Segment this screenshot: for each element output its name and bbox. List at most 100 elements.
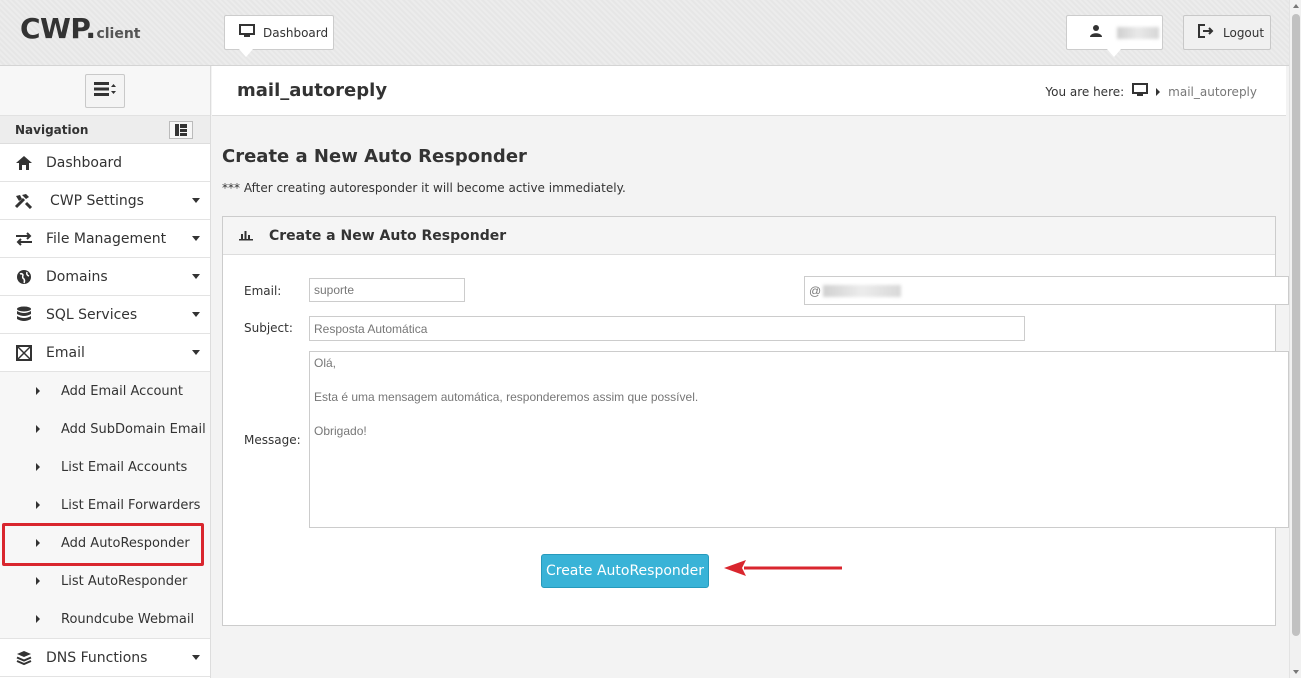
sidebar-item-label: Dashboard [46, 154, 122, 171]
subject-field[interactable]: Resposta Automática [309, 316, 1025, 341]
sidebar-subitem-list-autoresponder[interactable]: List AutoResponder [0, 562, 210, 600]
sidebar-item-email[interactable]: Email [0, 334, 210, 372]
sidebar-item-cwp-settings[interactable]: CWP Settings [0, 182, 210, 220]
home-icon [14, 154, 34, 172]
caret-right-icon [36, 463, 40, 471]
scroll-up-icon[interactable] [1293, 4, 1299, 8]
sidebar-item-sql-services[interactable]: SQL Services [0, 296, 210, 334]
dashboard-button-label: Dashboard [263, 25, 329, 40]
scroll-down-icon[interactable] [1293, 670, 1299, 674]
sidebar-subitem-add-subdomain-email[interactable]: Add SubDomain Email [0, 410, 210, 448]
sidebar-subitem-label: List AutoResponder [61, 573, 188, 589]
caret-right-icon [36, 615, 40, 623]
envelope-icon [14, 344, 34, 362]
sidebar-item-label: Domains [46, 268, 108, 285]
sidebar-subitem-list-email-accounts[interactable]: List Email Accounts [0, 448, 210, 486]
domain-redacted [823, 284, 902, 297]
sidebar-subitem-label: Add SubDomain Email [61, 421, 206, 437]
layout-icon [175, 123, 187, 136]
layers-icon [14, 649, 34, 667]
sidebar-subitem-label: Add Email Account [61, 383, 183, 399]
breadcrumb-prefix: You are here: [1045, 84, 1125, 99]
chevron-down-icon [192, 312, 200, 317]
bar-chart-icon [238, 227, 254, 245]
logo-sub-text: client [96, 26, 141, 42]
navigation-layout-button[interactable] [169, 120, 193, 139]
caret-right-icon [36, 425, 40, 433]
sidebar-toggle-button[interactable] [85, 73, 125, 108]
sidebar-subitem-label: List Email Accounts [61, 459, 188, 475]
monitor-icon[interactable] [1132, 83, 1149, 100]
navigation-header: Navigation [0, 116, 210, 144]
panel-header: Create a New Auto Responder [223, 217, 1275, 255]
message-label: Message: [244, 433, 301, 447]
breadcrumb: You are here: mail_autoreply [1045, 83, 1257, 100]
sidebar-item-dns-functions[interactable]: DNS Functions [0, 639, 210, 677]
sidebar-toggle-area [0, 66, 210, 116]
message-line [314, 408, 1284, 425]
sidebar-item-label: SQL Services [46, 306, 138, 323]
domain-select[interactable]: @ [804, 276, 1289, 305]
sidebar-item-label: Email [46, 344, 85, 361]
breadcrumb-current: mail_autoreply [1168, 84, 1257, 99]
panel-title: Create a New Auto Responder [269, 227, 507, 244]
sidebar-item-domains[interactable]: Domains [0, 258, 210, 296]
sidebar-subitem-list-email-forwarders[interactable]: List Email Forwarders [0, 486, 210, 524]
red-arrow-annotation [724, 560, 842, 576]
page-title: mail_autoreply [237, 80, 388, 101]
sidebar-subitem-label: Roundcube Webmail [61, 611, 195, 627]
sidebar-item-label: DNS Functions [46, 649, 148, 666]
activation-note: *** After creating autoresponder it will… [222, 181, 626, 195]
transfer-arrows-icon [14, 230, 34, 248]
tools-icon [14, 192, 34, 210]
sidebar-subitem-add-email-account[interactable]: Add Email Account [0, 372, 210, 410]
caret-right-icon [36, 577, 40, 585]
message-line: Olá, [314, 356, 337, 370]
user-icon [1089, 24, 1103, 42]
sidebar-subitem-label: List Email Forwarders [61, 497, 201, 513]
chevron-down-icon [192, 655, 200, 660]
sidebar-subitem-roundcube-webmail[interactable]: Roundcube Webmail [0, 600, 210, 638]
logo[interactable]: CWP.client [20, 12, 141, 45]
message-line [314, 374, 1284, 391]
message-textarea[interactable]: Olá, Esta é uma mensagem automática, res… [309, 351, 1289, 528]
highlight-box [2, 523, 204, 566]
logout-icon [1198, 24, 1214, 41]
caret-right-icon [36, 387, 40, 395]
email-field[interactable]: suporte [309, 278, 465, 302]
sidebar-item-label: File Management [46, 230, 167, 247]
subject-label: Subject: [244, 321, 293, 335]
caret-right-icon [36, 501, 40, 509]
navigation-title: Navigation [15, 122, 89, 137]
username-redacted [1117, 26, 1159, 39]
menu-sort-icon [94, 81, 116, 101]
chevron-down-icon [192, 274, 200, 279]
logout-button-label: Logout [1223, 25, 1265, 40]
logo-main-text: CWP. [20, 12, 96, 45]
domain-prefix: @ [809, 283, 822, 298]
sidebar: Navigation Dashboard CWP Settings File M… [0, 66, 211, 678]
page-header: mail_autoreply You are here: mail_autore… [212, 66, 1286, 116]
page-scrollbar[interactable] [1289, 0, 1301, 678]
database-icon [14, 306, 34, 324]
sidebar-item-file-management[interactable]: File Management [0, 220, 210, 258]
message-line: Esta é uma mensagem automática, responde… [314, 390, 699, 404]
create-autoresponder-button[interactable]: Create AutoResponder [541, 554, 709, 588]
dashboard-button[interactable]: Dashboard [224, 15, 334, 57]
chevron-down-icon [192, 236, 200, 241]
globe-icon [14, 268, 34, 286]
chevron-down-icon [192, 350, 200, 355]
monitor-icon [239, 24, 255, 41]
sidebar-item-dashboard[interactable]: Dashboard [0, 144, 210, 182]
user-menu[interactable] [1066, 15, 1163, 57]
top-bar: CWP.client Dashboard Logout [0, 0, 1289, 66]
section-heading: Create a New Auto Responder [222, 146, 527, 167]
email-submenu: Add Email Account Add SubDomain Email Li… [0, 372, 210, 639]
sidebar-item-label: CWP Settings [50, 192, 144, 209]
chevron-down-icon [192, 198, 200, 203]
scroll-thumb[interactable] [1292, 14, 1300, 636]
caret-right-icon [1156, 87, 1161, 96]
message-line: Obrigado! [314, 424, 367, 438]
logout-button[interactable]: Logout [1183, 15, 1271, 50]
email-label: Email: [244, 284, 282, 298]
